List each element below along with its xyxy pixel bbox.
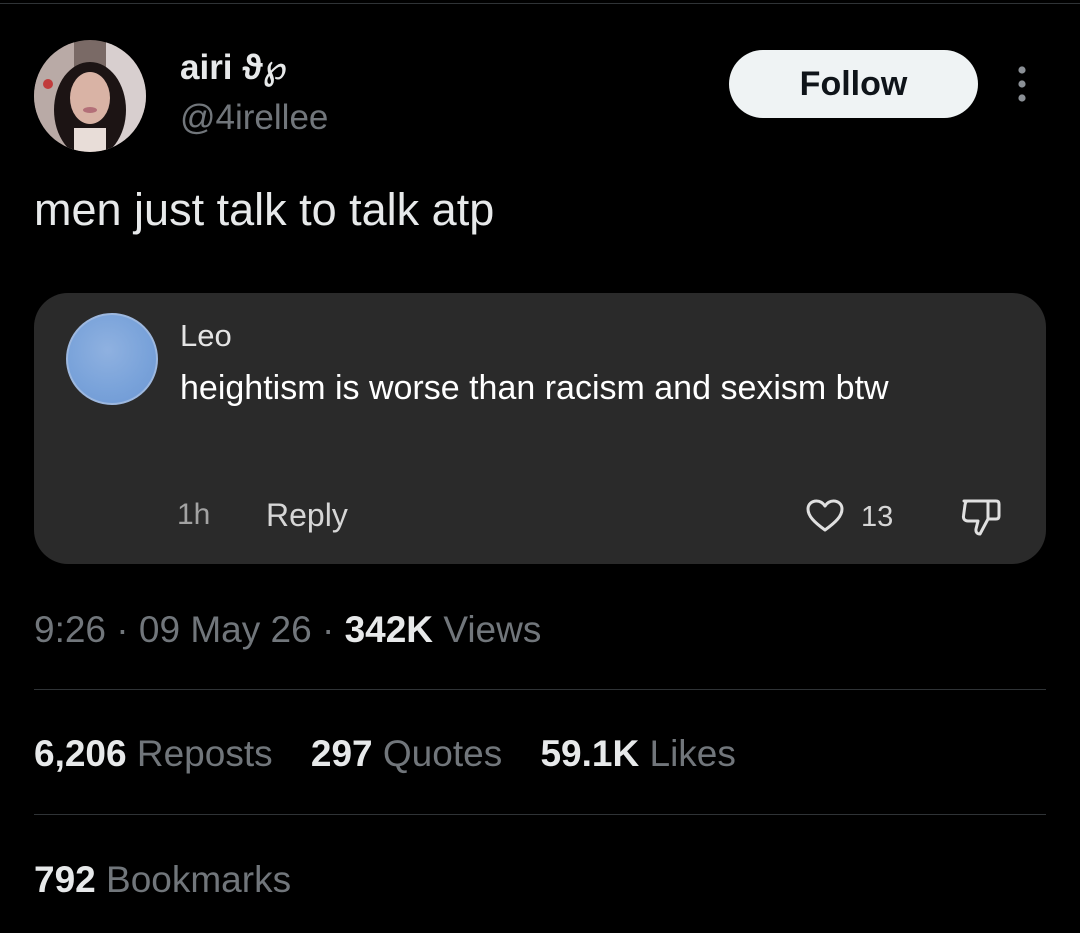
commenter-avatar[interactable] (66, 313, 158, 405)
comment-text: heightism is worse than racism and sexis… (180, 369, 889, 407)
post-date[interactable]: 09 May 26 (139, 609, 312, 650)
follow-button[interactable]: Follow (729, 50, 978, 118)
reposts-count: 6,206 (34, 733, 127, 774)
divider (34, 689, 1046, 690)
reposts-label: Reposts (136, 733, 273, 774)
likes-stat[interactable]: 59.1K Likes (540, 733, 735, 774)
comment-time: 1h (177, 498, 211, 531)
meta-separator: · (321, 609, 335, 650)
meta-separator: · (116, 609, 129, 650)
quotes-stat[interactable]: 297 Quotes (311, 733, 502, 774)
views-label: Views (443, 609, 542, 650)
bookmarks-count: 792 (34, 859, 96, 900)
dislike-icon[interactable] (960, 497, 1002, 537)
top-divider (0, 3, 1080, 4)
post-text: men just talk to talk atp (34, 184, 495, 235)
quotes-label: Quotes (382, 733, 503, 774)
reposts-stat[interactable]: 6,206 Reposts (34, 733, 273, 774)
likes-label: Likes (649, 733, 736, 774)
commenter-name: Leo (180, 318, 232, 353)
engagement-stats: 6,206 Reposts 297 Quotes 59.1K Likes (34, 730, 764, 778)
more-vertical-icon[interactable] (1006, 64, 1038, 104)
comment-like-count: 13 (861, 501, 894, 533)
heart-icon[interactable] (806, 499, 844, 533)
comment-reply-button[interactable]: Reply (266, 496, 348, 534)
post-metadata: 9:26 · 09 May 26 · 342K Views (34, 606, 541, 654)
bookmarks-label: Bookmarks (106, 859, 292, 900)
post-time[interactable]: 9:26 (34, 609, 106, 650)
author-handle[interactable]: @4irellee (180, 96, 328, 140)
likes-count: 59.1K (540, 733, 640, 774)
divider (34, 814, 1046, 815)
bookmarks-stat[interactable]: 792 Bookmarks (34, 856, 291, 904)
views-count: 342K (344, 609, 434, 650)
quotes-count: 297 (310, 733, 373, 774)
quoted-comment-card[interactable]: Leo heightism is worse than racism and s… (34, 293, 1046, 564)
author-display-name[interactable]: airi ϑ℘ (180, 46, 287, 90)
author-avatar[interactable] (34, 40, 146, 152)
